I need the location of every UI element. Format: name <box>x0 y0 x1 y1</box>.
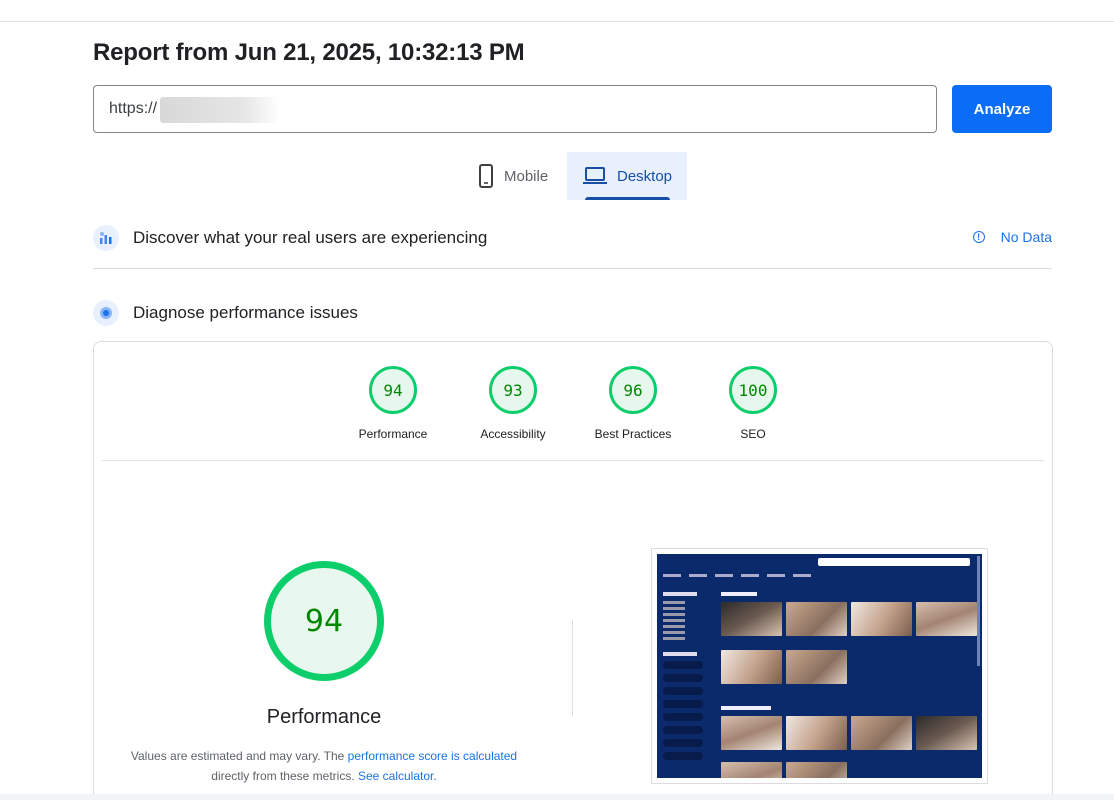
score-value: 93 <box>489 366 537 414</box>
field-data-section: Discover what your real users are experi… <box>93 220 1052 256</box>
score-calculated-link[interactable]: performance score is calculated <box>348 749 517 763</box>
performance-gauge: 94 <box>264 561 384 681</box>
performance-note: Values are estimated and may vary. The p… <box>124 746 524 786</box>
field-data-title: Discover what your real users are experi… <box>133 228 488 247</box>
page-screenshot <box>651 548 988 784</box>
redacted-url-blur <box>160 97 280 123</box>
score-gauge-accessibility[interactable]: 93 Accessibility <box>453 366 573 441</box>
no-data-label: No Data <box>1000 229 1052 245</box>
laptop-icon <box>583 167 607 185</box>
score-value: 100 <box>729 366 777 414</box>
screenshot-heading <box>721 706 771 710</box>
people-chart-icon <box>93 225 119 251</box>
tab-desktop[interactable]: Desktop <box>567 152 687 200</box>
section-divider <box>93 268 1052 269</box>
score-label: Accessibility <box>480 427 546 441</box>
tab-active-indicator <box>585 197 670 200</box>
score-label: SEO <box>740 427 766 441</box>
screenshot-thumbs <box>721 716 981 750</box>
info-icon: ! <box>972 231 985 243</box>
screenshot-image <box>657 554 982 778</box>
performance-label: Performance <box>266 706 382 728</box>
screenshot-scrollbar <box>977 556 980 666</box>
score-label: Best Practices <box>594 427 672 441</box>
url-input-value[interactable]: https:// <box>109 100 157 118</box>
top-divider <box>0 21 1114 22</box>
note-text: Values are estimated and may vary. The <box>130 749 348 763</box>
screenshot-thumbs <box>721 762 981 778</box>
score-gauge-seo[interactable]: 100 SEO <box>693 366 813 441</box>
screenshot-sidebar <box>663 588 715 765</box>
url-input[interactable]: https:// <box>93 85 937 133</box>
note-text: directly from these metrics. <box>211 769 358 783</box>
see-calculator-link[interactable]: See calculator. <box>358 769 437 783</box>
score-label: Performance <box>358 427 428 441</box>
lab-data-section: Diagnose performance issues <box>93 295 1052 331</box>
score-gauge-performance[interactable]: 94 Performance <box>333 366 453 441</box>
screenshot-search-bar <box>818 558 970 566</box>
score-value: 94 <box>369 366 417 414</box>
score-gauge-best-practices[interactable]: 96 Best Practices <box>573 366 693 441</box>
tab-mobile-label: Mobile <box>504 167 549 185</box>
screenshot-nav <box>663 574 811 580</box>
screenshot-heading <box>721 592 757 596</box>
vertical-divider <box>572 620 573 716</box>
report-title: Report from Jun 21, 2025, 10:32:13 PM <box>93 39 525 66</box>
score-value: 96 <box>609 366 657 414</box>
analyze-button[interactable]: Analyze <box>952 85 1052 133</box>
scores-divider <box>102 460 1044 461</box>
tab-mobile[interactable]: Mobile <box>470 152 566 200</box>
screenshot-thumbs <box>721 650 981 684</box>
screenshot-thumbs <box>721 602 981 636</box>
phone-icon <box>478 164 494 188</box>
lab-data-title: Diagnose performance issues <box>133 303 358 322</box>
tab-desktop-label: Desktop <box>617 167 673 185</box>
bottom-edge <box>0 794 1114 800</box>
gauge-icon <box>93 300 119 326</box>
no-data-status[interactable]: ! No Data <box>972 229 1052 245</box>
